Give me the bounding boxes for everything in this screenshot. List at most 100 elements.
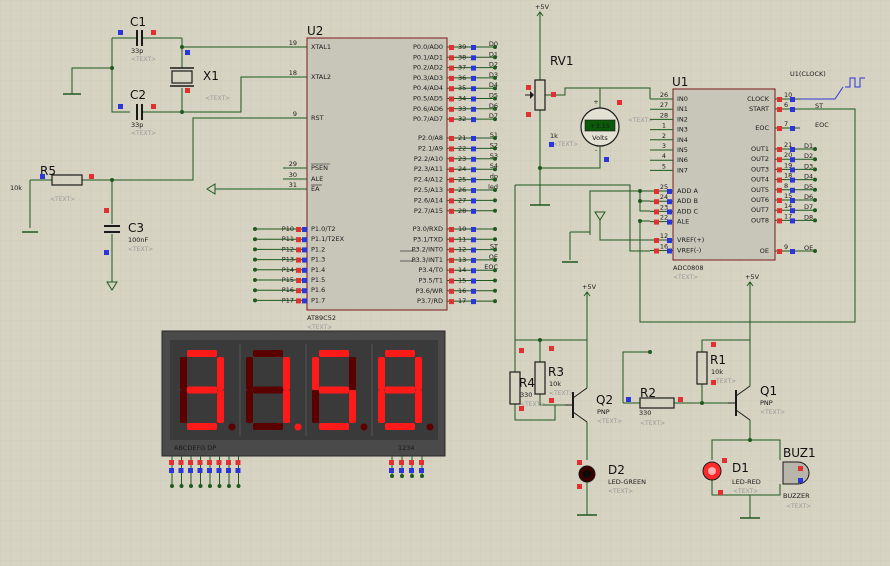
u1-pin-name: IN0: [677, 95, 688, 103]
pin-marker: [449, 117, 454, 123]
junction-dot: [538, 338, 542, 342]
u2-p1-net-label: P17: [282, 296, 294, 304]
u2-pin-number: 14: [458, 266, 466, 274]
junction-dot: [638, 219, 642, 223]
junction-dot: [493, 167, 497, 172]
r2-text: <TEXT>: [640, 420, 665, 427]
pin-marker: [526, 85, 531, 90]
pin-marker: [449, 167, 454, 173]
u2-pin-number: 26: [458, 186, 466, 194]
r3-ref: R3: [548, 365, 564, 379]
u1-type: ADC0808: [673, 264, 704, 272]
u1-net-label: D5: [804, 183, 813, 191]
u2-pin-number: 30: [289, 171, 297, 179]
pin-marker: [449, 188, 454, 193]
u2-pin-name: P0.6/AD6: [413, 105, 443, 113]
u1-pin-name: START: [749, 105, 769, 113]
display-dp-1: [228, 423, 236, 431]
pin-marker: [419, 468, 424, 473]
u2-pin-number: 17: [458, 297, 466, 305]
u2-pin-name: P2.4/A12: [414, 176, 443, 184]
display-segment-1-a: [187, 350, 217, 357]
clock-label: U1(CLOCK): [790, 70, 826, 78]
pin-marker: [449, 198, 454, 204]
pin-marker: [207, 460, 212, 465]
voltmeter-text: <TEXT>: [628, 117, 653, 124]
junction-dot: [189, 484, 193, 488]
u2-pin-number: 19: [289, 39, 297, 47]
u1-pin-number: 4: [662, 152, 666, 160]
pin-marker: [226, 468, 231, 473]
junction-dot: [493, 117, 497, 122]
u2-pin-name: P2.1/A9: [418, 144, 443, 152]
pin-marker: [777, 198, 782, 203]
u1-pin-number: 1: [662, 122, 666, 130]
u2-pin-number: 10: [458, 225, 466, 233]
pin-marker: [777, 187, 782, 193]
r1-ref: R1: [710, 353, 726, 367]
pin-marker: [449, 208, 454, 214]
u1-pin-number: 22: [660, 214, 668, 222]
u2-type: AT89C52: [307, 314, 336, 322]
pin-marker: [178, 460, 184, 465]
pin-marker: [449, 45, 454, 50]
u2-pin-name: P1.2: [311, 245, 325, 253]
pin-marker: [617, 100, 622, 105]
u2-pin-number: 13: [458, 256, 466, 264]
u1-pin-number: 3: [662, 142, 666, 150]
q2-type: PNP: [597, 408, 610, 416]
pin-marker: [89, 174, 94, 179]
u1-pin-number: 25: [660, 183, 668, 191]
buz1-type: BUZZER: [783, 492, 810, 500]
pin-marker: [777, 97, 782, 102]
u2-pin-name: ALE: [311, 175, 323, 183]
u2-pin-number: 15: [458, 277, 466, 285]
pin-marker: [790, 97, 795, 102]
junction-dot: [493, 75, 497, 80]
d1-led: [708, 467, 716, 475]
u1-pin-name: OUT1: [751, 145, 769, 153]
r5-value: 10k: [10, 184, 22, 192]
pin-marker: [389, 460, 394, 465]
u1-pin-name: OUT3: [751, 165, 769, 173]
display-segment-4-f: [378, 357, 385, 390]
u2-pin-name: P1.6: [311, 286, 325, 294]
junction-dot: [493, 198, 497, 203]
pin-marker: [471, 278, 476, 284]
power-label-vcc: +5V: [582, 283, 597, 291]
pin-marker: [471, 55, 476, 61]
junction-dot: [493, 96, 497, 101]
pin-marker: [471, 167, 476, 173]
junction-dot: [493, 177, 497, 182]
pin-marker: [667, 248, 672, 254]
junction-dot: [813, 167, 817, 172]
u1-pin-name: EOC: [755, 124, 769, 132]
u1-net-label: D3: [804, 162, 813, 170]
u2-pin-name: P3.6/WR: [416, 287, 444, 295]
u2-pin-number: 21: [458, 134, 466, 142]
u2-pin-name: P0.0/AD0: [413, 43, 443, 51]
pin-marker: [188, 468, 193, 473]
u1-ref: U1: [672, 75, 688, 89]
pin-marker: [471, 227, 476, 232]
u1-pin-number: 28: [660, 111, 668, 119]
pin-marker: [471, 136, 476, 141]
u2-p1-net-label: P14: [282, 266, 294, 274]
r2-ref: R2: [640, 386, 656, 400]
pin-marker: [449, 257, 454, 263]
u1-pin-name: OUT6: [751, 196, 769, 204]
junction-dot: [198, 484, 203, 488]
pin-marker: [118, 30, 123, 35]
pin-marker: [235, 468, 241, 473]
u1-net-label: ST: [815, 102, 823, 110]
u1-pin-name: OUT7: [751, 206, 769, 214]
display-segment-3-g: [319, 386, 349, 394]
junction-dot: [748, 438, 752, 442]
voltmeter-unit: Volts: [592, 134, 608, 142]
junction-dot: [493, 288, 497, 293]
pin-marker: [449, 65, 454, 71]
pin-marker: [471, 299, 476, 305]
pin-marker: [471, 208, 476, 214]
u2-pin-name: P1.1/T2EX: [311, 235, 345, 243]
u1-net-label: D2: [804, 152, 813, 160]
